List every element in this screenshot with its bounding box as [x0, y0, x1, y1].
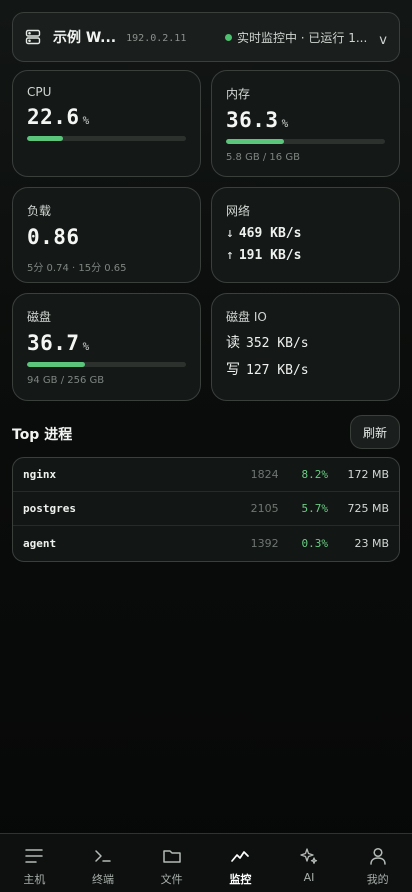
- network-label: 网络: [226, 204, 251, 218]
- table-row[interactable]: agent 1392 0.3% 23 MB: [13, 526, 399, 560]
- host-selector[interactable]: 示例 W... 192.0.2.11 实时监控中 · 已运行 1... v: [12, 12, 400, 62]
- process-name: postgres: [23, 502, 76, 515]
- nav-label: 终端: [92, 873, 114, 886]
- process-pid: 1824: [250, 468, 279, 481]
- process-cpu: 5.7%: [301, 502, 329, 515]
- host-ip: 192.0.2.11: [126, 32, 187, 44]
- status-dot-icon: [224, 33, 232, 41]
- nav-label: 文件: [160, 873, 183, 886]
- network-upload: ↑ 191 KB/s: [226, 248, 302, 263]
- server-icon: [25, 28, 43, 46]
- nav-item-profile[interactable]: 我的: [343, 834, 412, 892]
- load-detail: 5分 0.74 · 15分 0.65: [27, 263, 127, 274]
- nav-item-ai[interactable]: AI: [275, 834, 344, 892]
- arrow-up-icon: ↑: [226, 248, 234, 263]
- status-text: 实时监控中 · 已运行 1...: [236, 30, 368, 45]
- memory-label: 内存: [226, 87, 251, 101]
- activity-icon: [229, 845, 251, 867]
- table-row[interactable]: postgres 2105 5.7% 725 MB: [13, 492, 399, 526]
- disk-value: 36.7%: [27, 331, 90, 355]
- disk-detail: 94 GB / 256 GB: [27, 375, 105, 386]
- disk-io-label: 磁盘 IO: [226, 310, 267, 324]
- process-name: agent: [23, 536, 57, 550]
- memory-detail: 5.8 GB / 16 GB: [226, 152, 300, 163]
- chevron-down-icon[interactable]: v: [379, 33, 387, 48]
- table-row[interactable]: nginx 1824 8.2% 172 MB: [13, 458, 399, 492]
- terminal-icon: [92, 845, 114, 867]
- user-icon: [367, 845, 389, 867]
- load-value: 0.86: [27, 225, 80, 249]
- nav-label: AI: [303, 871, 315, 884]
- top-processes-title: Top 进程: [12, 427, 73, 443]
- bottom-nav: 主机 终端 文件 监控 AI 我的: [0, 833, 412, 892]
- process-pid: 2105: [250, 502, 279, 515]
- process-cpu: 8.2%: [301, 468, 329, 481]
- disk-io-card: 磁盘 IO 读 352 KB/s 写 127 KB/s: [211, 293, 400, 401]
- network-card: 网络 ↓ 469 KB/s ↑ 191 KB/s: [211, 187, 400, 283]
- process-mem: 172 MB: [347, 468, 389, 481]
- arrow-down-icon: ↓: [226, 226, 234, 241]
- process-name: nginx: [23, 468, 57, 481]
- nav-label: 我的: [366, 873, 389, 886]
- network-download: ↓ 469 KB/s: [226, 226, 302, 241]
- process-table: nginx 1824 8.2% 172 MB postgres 2105 5.7…: [12, 457, 400, 562]
- nav-item-hosts[interactable]: 主机: [0, 834, 69, 892]
- disk-read: 读 352 KB/s: [226, 335, 309, 351]
- load-card: 负载 0.86 5分 0.74 · 15分 0.65: [12, 187, 201, 283]
- nav-item-terminal[interactable]: 终端: [69, 834, 138, 892]
- nav-label: 主机: [23, 873, 46, 886]
- process-pid: 1392: [250, 536, 279, 550]
- nav-item-monitor[interactable]: 监控: [206, 834, 275, 892]
- memory-progress-bar: [226, 139, 385, 144]
- disk-label: 磁盘: [27, 310, 52, 324]
- memory-card: 内存 36.3% 5.8 GB / 16 GB: [211, 70, 400, 177]
- menu-icon: [23, 845, 45, 867]
- memory-value: 36.3%: [226, 108, 289, 132]
- process-cpu: 0.3%: [301, 536, 329, 550]
- nav-label: 监控: [229, 873, 252, 886]
- cpu-card: CPU 22.6%: [12, 70, 201, 177]
- cpu-label: CPU: [27, 85, 52, 99]
- refresh-button[interactable]: 刷新: [350, 415, 400, 449]
- cpu-progress-bar: [27, 136, 186, 141]
- monitor-status: 实时监控中 · 已运行 1...: [224, 29, 368, 46]
- folder-icon: [161, 845, 183, 867]
- disk-progress-bar: [27, 362, 186, 367]
- host-name: 示例 W...: [53, 30, 117, 46]
- load-label: 负载: [27, 204, 52, 218]
- nav-item-files[interactable]: 文件: [137, 834, 206, 892]
- cpu-value: 22.6%: [27, 105, 90, 129]
- disk-write: 写 127 KB/s: [226, 362, 309, 378]
- sparkles-icon: [298, 845, 320, 867]
- process-mem: 23 MB: [354, 536, 389, 550]
- disk-card: 磁盘 36.7% 94 GB / 256 GB: [12, 293, 201, 401]
- process-mem: 725 MB: [347, 502, 389, 515]
